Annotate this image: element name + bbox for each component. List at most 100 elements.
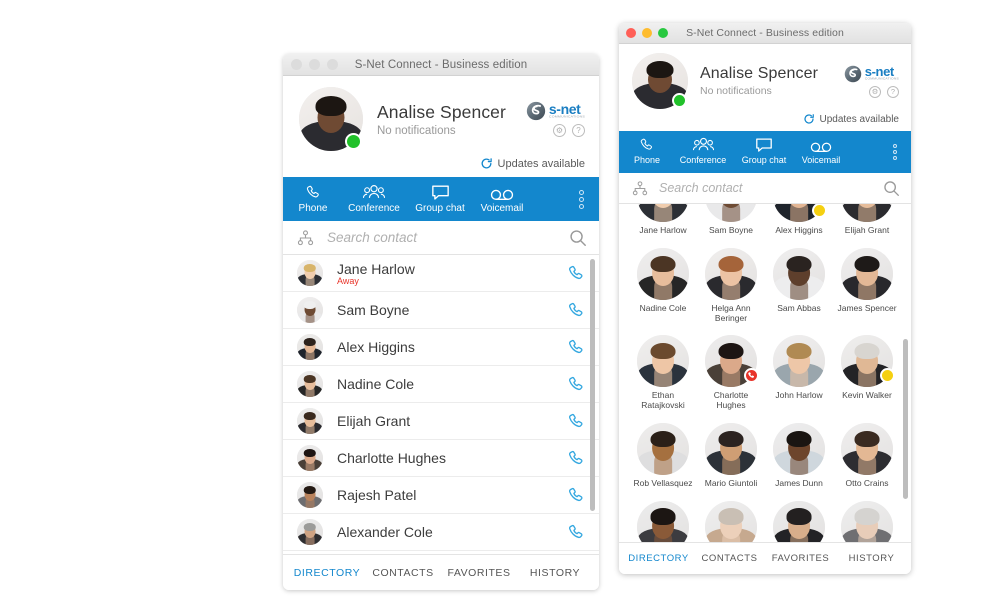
phone-handset-icon[interactable] [567, 486, 586, 505]
nav-item-group-chat[interactable]: Group chat [409, 182, 471, 214]
phone-handset-icon[interactable] [567, 449, 586, 468]
gear-icon[interactable]: ⚙ [553, 124, 566, 137]
avatar[interactable] [632, 53, 688, 109]
list-item[interactable]: Rajesh Patel [283, 477, 599, 514]
right-traffic-lights[interactable] [626, 23, 668, 43]
kebab-menu-icon[interactable] [563, 177, 599, 221]
grid-contact-cell[interactable]: Rob Vellasquez [629, 422, 697, 489]
nav-item-phone[interactable]: Phone [623, 135, 671, 165]
grid-contact-cell[interactable]: Alex Higgins [765, 204, 833, 236]
contact-avatar [297, 297, 323, 323]
snet-wordmark: s-net COMMUNICATIONS [549, 102, 585, 120]
group-people-icon [692, 135, 714, 153]
contact-name: Otto Crains [845, 477, 889, 488]
list-item[interactable]: Sam Boyne [283, 292, 599, 329]
profile-status: No notifications [377, 124, 456, 137]
phone-handset-icon[interactable] [567, 338, 586, 357]
close-button[interactable] [626, 28, 636, 38]
updates-row[interactable]: Updates available [283, 157, 599, 177]
org-tree-icon[interactable] [297, 229, 314, 246]
photo-art [773, 247, 825, 300]
minimize-button[interactable] [642, 28, 652, 38]
search-input[interactable] [327, 230, 569, 245]
list-item[interactable]: Alexander Cole [283, 514, 599, 551]
grid-contact-cell[interactable]: Otto Crains [833, 422, 901, 489]
vertical-scrollbar[interactable] [903, 339, 908, 499]
tab-favorites[interactable]: FAVORITES [441, 567, 517, 579]
contact-avatar [773, 422, 825, 475]
grid-avatar-wrap [841, 500, 893, 542]
grid-contact-cell[interactable]: Sam Abbas [765, 247, 833, 324]
grid-contact-cell[interactable]: Sam Boyne [697, 204, 765, 236]
contact-grid-container[interactable]: Jane Harlow Sam Boyne Alex Higgins Elijah G… [619, 204, 911, 542]
photo-art [705, 500, 757, 542]
list-item[interactable]: Charlotte Hughes [283, 440, 599, 477]
search-icon[interactable] [883, 180, 900, 197]
photo-art [637, 335, 689, 388]
phone-handset-icon[interactable] [567, 301, 586, 320]
phone-handset-icon[interactable] [567, 264, 586, 283]
nav-item-voicemail[interactable]: Voicemail [471, 182, 533, 214]
left-traffic-lights[interactable] [291, 54, 338, 75]
grid-contact-cell[interactable]: Jane Harlow [629, 204, 697, 236]
question-mark-icon[interactable]: ? [572, 124, 585, 137]
grid-contact-cell[interactable]: James Spencer [833, 247, 901, 324]
grid-contact-cell[interactable]: Nadine Cole [629, 247, 697, 324]
updates-row[interactable]: Updates available [619, 113, 911, 131]
list-item[interactable]: Nadine Cole [283, 366, 599, 403]
nav-item-conference[interactable]: Conference [339, 182, 409, 214]
tab-favorites[interactable]: FAVORITES [765, 553, 836, 564]
list-item[interactable]: Alex Higgins [283, 329, 599, 366]
nav-item-phone[interactable]: Phone [287, 182, 339, 214]
left-searchbar[interactable] [283, 221, 599, 255]
maximize-button[interactable] [327, 59, 338, 70]
tab-history[interactable]: HISTORY [517, 567, 593, 579]
tab-contacts[interactable]: CONTACTS [694, 553, 765, 564]
photo-art [297, 519, 323, 545]
nav-item-voicemail[interactable]: Voicemail [793, 135, 849, 165]
grid-contact-cell[interactable] [697, 500, 765, 542]
close-button[interactable] [291, 59, 302, 70]
avatar[interactable] [299, 87, 363, 151]
phone-handset-icon[interactable] [567, 375, 586, 394]
right-searchbar[interactable] [619, 173, 911, 204]
org-tree-icon[interactable] [632, 180, 648, 196]
contact-grid: Jane Harlow Sam Boyne Alex Higgins Elijah G… [619, 204, 911, 542]
gear-icon[interactable]: ⚙ [869, 85, 881, 98]
grid-contact-cell[interactable]: Helga Ann Beringer [697, 247, 765, 324]
contact-name: Sam Boyne [337, 302, 410, 318]
search-input[interactable] [659, 181, 883, 195]
grid-contact-cell[interactable]: Kevin Walker [833, 335, 901, 411]
grid-contact-cell[interactable]: Charlotte Hughes [697, 335, 765, 411]
kebab-menu-icon[interactable] [879, 131, 911, 173]
search-icon[interactable] [569, 229, 587, 247]
list-item[interactable]: Jane Harlow Away [283, 255, 599, 292]
grid-contact-cell[interactable]: Mario Giuntoli [697, 422, 765, 489]
nav-label-group-chat: Group chat [415, 203, 465, 214]
phone-handset-icon[interactable] [567, 412, 586, 431]
nav-item-group-chat[interactable]: Group chat [735, 135, 793, 165]
grid-contact-cell[interactable] [833, 500, 901, 542]
vertical-scrollbar[interactable] [590, 259, 595, 511]
tab-directory[interactable]: DIRECTORY [289, 567, 365, 579]
grid-contact-cell[interactable]: Ethan Ratajkovski [629, 335, 697, 411]
contact-list-container[interactable]: Jane Harlow Away Sam Boyne Alex Higgins Nadi… [283, 255, 599, 554]
grid-avatar-wrap [637, 204, 689, 222]
list-item[interactable]: Elijah Grant [283, 403, 599, 440]
contact-avatar [637, 204, 689, 222]
tab-history[interactable]: HISTORY [836, 553, 907, 564]
nav-item-conference[interactable]: Conference [671, 135, 735, 165]
profile-info: Analise Spencer No notifications [377, 102, 526, 137]
grid-contact-cell[interactable]: James Dunn [765, 422, 833, 489]
minimize-button[interactable] [309, 59, 320, 70]
grid-contact-cell[interactable] [629, 500, 697, 542]
grid-contact-cell[interactable]: John Harlow [765, 335, 833, 411]
contact-name: Alex Higgins [775, 225, 823, 235]
tab-directory[interactable]: DIRECTORY [623, 553, 694, 564]
grid-contact-cell[interactable] [765, 500, 833, 542]
maximize-button[interactable] [658, 28, 668, 38]
phone-handset-icon[interactable] [567, 523, 586, 542]
tab-contacts[interactable]: CONTACTS [365, 567, 441, 579]
grid-contact-cell[interactable]: Elijah Grant [833, 204, 901, 236]
question-mark-icon[interactable]: ? [887, 85, 899, 98]
